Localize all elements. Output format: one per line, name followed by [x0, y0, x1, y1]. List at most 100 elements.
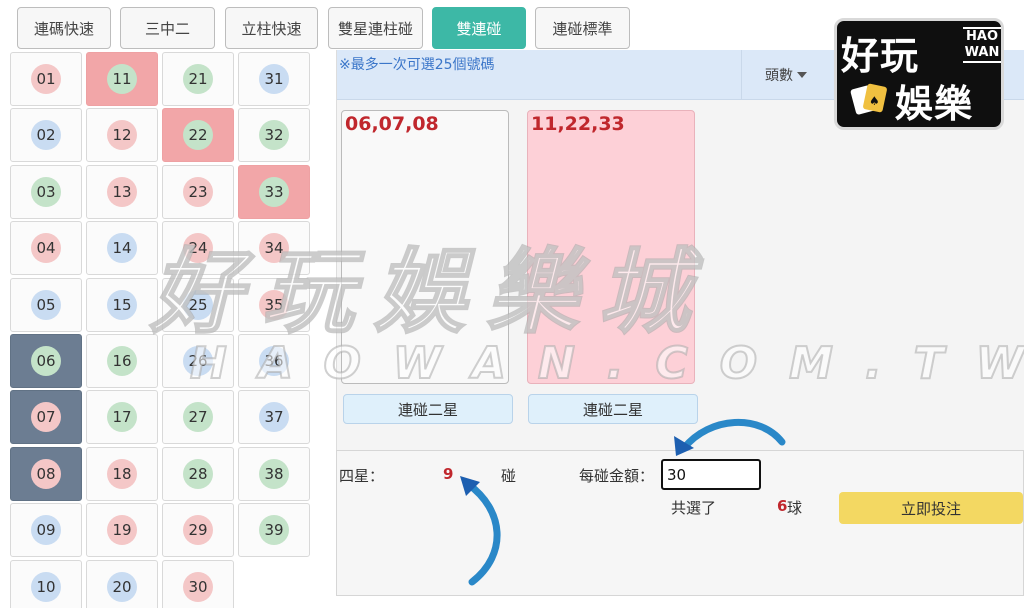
number-cell[interactable]: 04	[10, 221, 82, 276]
number-cell[interactable]: 03	[10, 164, 82, 219]
number-ball: 31	[259, 64, 289, 94]
number-cell[interactable]: 20	[86, 559, 158, 608]
number-cell[interactable]: 27	[162, 390, 234, 445]
number-ball: 38	[259, 458, 289, 489]
number-ball: 15	[107, 289, 137, 320]
number-ball: 05	[31, 289, 61, 320]
number-cell[interactable]: 19	[86, 503, 158, 558]
number-ball: 36	[259, 346, 289, 376]
number-ball: 32	[259, 120, 289, 151]
number-cell[interactable]: 16	[86, 334, 158, 388]
number-cell[interactable]: 15	[86, 277, 158, 332]
number-ball: 13	[107, 176, 137, 207]
tab-1[interactable]: 連碼快速	[17, 7, 111, 49]
number-cell[interactable]: 14	[86, 221, 158, 276]
number-cell[interactable]: 22	[162, 108, 234, 163]
number-cell[interactable]: 05	[10, 277, 82, 332]
number-cell[interactable]: 17	[86, 390, 158, 445]
number-cell[interactable]: 36	[238, 334, 310, 388]
number-ball: 29	[183, 515, 213, 546]
combo-type-button[interactable]: 連碰二星	[343, 394, 513, 424]
number-cell[interactable]: 38	[238, 446, 310, 501]
tab-2[interactable]: 三中二	[120, 7, 215, 49]
number-ball: 37	[259, 402, 289, 433]
combo-type-button[interactable]: 連碰二星	[528, 394, 698, 424]
number-cell[interactable]: 12	[86, 108, 158, 163]
number-cell[interactable]: 34	[238, 221, 310, 276]
logo-title-top: 好玩	[841, 34, 920, 78]
total-label: 共選了	[671, 499, 717, 517]
number-cell[interactable]: 23	[162, 164, 234, 219]
four-star-count: 9	[443, 465, 454, 483]
number-ball: 04	[31, 233, 61, 264]
tab-4[interactable]: 雙星連柱碰	[328, 7, 423, 49]
number-ball: 30	[183, 571, 213, 602]
balls-unit: 球	[787, 499, 803, 517]
number-cell[interactable]: 35	[238, 277, 310, 332]
number-ball: 26	[183, 346, 213, 376]
number-ball: 03	[31, 176, 61, 207]
number-cell[interactable]: 10	[10, 559, 82, 608]
number-cell[interactable]: 01	[10, 52, 82, 106]
number-ball: 27	[183, 402, 213, 433]
number-cell[interactable]: 39	[238, 503, 310, 558]
logo-latin-bottom: WAN	[964, 45, 1000, 60]
number-ball: 19	[107, 515, 137, 546]
tab-3[interactable]: 立柱快速	[225, 7, 318, 49]
number-cell[interactable]: 30	[162, 559, 234, 608]
bet-summary: 四星： 9 碰 每碰金額： 共選了 6 球 立即投注	[336, 450, 1024, 596]
tab-6[interactable]: 連碰標準	[535, 7, 630, 49]
number-cell[interactable]: 07	[10, 390, 82, 445]
number-ball: 24	[183, 233, 213, 264]
number-cell[interactable]: 33	[238, 164, 310, 219]
number-cell[interactable]: 09	[10, 503, 82, 558]
number-ball: 20	[107, 571, 137, 602]
number-ball: 08	[31, 458, 61, 489]
logo-latin-top: HAO	[966, 29, 998, 44]
number-ball: 33	[259, 176, 289, 207]
number-cell[interactable]: 08	[10, 446, 82, 501]
logo-title-bottom: 娛樂	[895, 82, 974, 126]
number-ball: 39	[259, 515, 289, 546]
max-selection-notice: ※最多一次可選25個號碼	[339, 57, 495, 73]
number-cell[interactable]: 11	[86, 52, 158, 106]
number-cell[interactable]: 18	[86, 446, 158, 501]
combo-card[interactable]: 06,07,08	[341, 110, 509, 384]
number-cell[interactable]: 25	[162, 277, 234, 332]
number-cell[interactable]: 24	[162, 221, 234, 276]
number-ball: 28	[183, 458, 213, 489]
sort-label: 頭數	[765, 68, 793, 84]
caret-down-icon	[797, 72, 807, 78]
number-ball: 17	[107, 402, 137, 433]
amount-input[interactable]	[661, 459, 761, 490]
number-cell[interactable]: 37	[238, 390, 310, 445]
playing-cards-icon: ♠	[850, 83, 887, 115]
combo-numbers: 06,07,08	[345, 113, 439, 135]
logo-latin: HAO WAN	[963, 27, 1001, 63]
number-ball: 02	[31, 120, 61, 151]
submit-bet-button[interactable]: 立即投注	[839, 492, 1023, 524]
number-ball: 23	[183, 176, 213, 207]
number-cell[interactable]: 31	[238, 52, 310, 106]
number-ball: 16	[107, 346, 137, 376]
number-cell[interactable]: 28	[162, 446, 234, 501]
number-ball: 34	[259, 233, 289, 264]
number-cell[interactable]: 06	[10, 334, 82, 388]
number-cell[interactable]: 21	[162, 52, 234, 106]
number-ball: 35	[259, 289, 289, 320]
number-cell[interactable]: 29	[162, 503, 234, 558]
number-ball: 12	[107, 120, 137, 151]
combo-numbers: 11,22,33	[531, 113, 625, 135]
number-cell[interactable]: 26	[162, 334, 234, 388]
number-ball: 18	[107, 458, 137, 489]
sort-dropdown[interactable]: 頭數	[765, 65, 807, 85]
number-ball: 22	[183, 120, 213, 151]
number-cell[interactable]: 13	[86, 164, 158, 219]
number-cell[interactable]: 02	[10, 108, 82, 163]
combo-card[interactable]: 11,22,33	[527, 110, 695, 384]
number-grid: 01 02 03 04 05 06 07 08 09 10 11 12 13 14 15 16 17 18 19 20…	[9, 52, 310, 608]
tab-5[interactable]: 雙連碰	[432, 7, 526, 49]
number-cell[interactable]: 32	[238, 108, 310, 163]
brand-logo: 好玩 HAO WAN ♠ 娛樂	[834, 18, 1004, 130]
touch-label: 碰	[501, 467, 517, 485]
